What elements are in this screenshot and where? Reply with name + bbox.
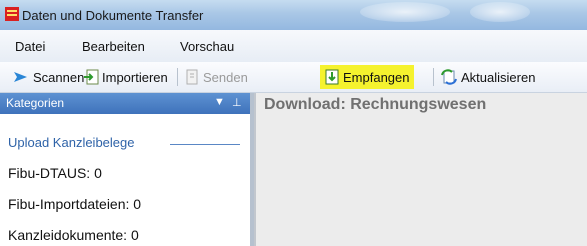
menu-datei[interactable]: Datei (15, 39, 45, 54)
scanner-arrow-icon (14, 72, 27, 82)
empfangen-button[interactable]: Empfangen (320, 65, 414, 89)
scannen-label: Scannen (33, 69, 85, 85)
senden-label: Senden (203, 69, 248, 85)
sidebar-header: Kategorien ▼ ⊥ (0, 93, 250, 114)
send-icon (186, 69, 198, 85)
pin-icon[interactable]: ⊥ (232, 96, 242, 109)
senden-button[interactable]: Senden (184, 65, 248, 89)
window-title: Daten und Dokumente Transfer (22, 8, 204, 23)
aktualisieren-label: Aktualisieren (461, 69, 536, 85)
empfangen-label: Empfangen (343, 69, 410, 85)
sidebar: Kategorien ▼ ⊥ Upload Kanzleibelege Fibu… (0, 93, 254, 246)
sidebar-item-fibu-dtaus[interactable]: Fibu-DTAUS: 0 (8, 165, 102, 181)
title-bar: Daten und Dokumente Transfer (0, 0, 587, 30)
import-icon (84, 69, 99, 85)
sidebar-item-kanzleidokumente[interactable]: Kanzleidokumente: 0 (8, 227, 139, 243)
toolbar: Scannen Importieren Senden Empfangen Akt… (0, 62, 587, 93)
sidebar-header-title: Kategorien (6, 96, 65, 110)
title-glow-2 (470, 2, 530, 22)
receive-icon (325, 69, 339, 85)
aktualisieren-button[interactable]: Aktualisieren (440, 65, 535, 89)
menu-bearbeiten[interactable]: Bearbeiten (82, 39, 145, 54)
menu-vorschau[interactable]: Vorschau (180, 39, 234, 54)
toolbar-separator-2 (433, 68, 434, 86)
menu-bar: Datei Bearbeiten Vorschau (0, 30, 587, 62)
title-glow (360, 2, 450, 22)
refresh-icon (441, 69, 457, 85)
main-title: Download: Rechnungswesen (264, 96, 487, 113)
scannen-button[interactable]: Scannen (12, 65, 84, 89)
chevron-down-icon[interactable]: ▼ (214, 96, 225, 108)
group-title-upload[interactable]: Upload Kanzleibelege (8, 135, 134, 150)
main-panel: Download: Rechnungswesen (254, 93, 587, 246)
sidebar-item-fibu-importdateien[interactable]: Fibu-Importdateien: 0 (8, 196, 141, 212)
importieren-button[interactable]: Importieren (83, 65, 168, 89)
group-divider (170, 144, 240, 145)
app-icon (5, 7, 19, 21)
toolbar-separator (177, 68, 178, 86)
importieren-label: Importieren (102, 69, 168, 85)
